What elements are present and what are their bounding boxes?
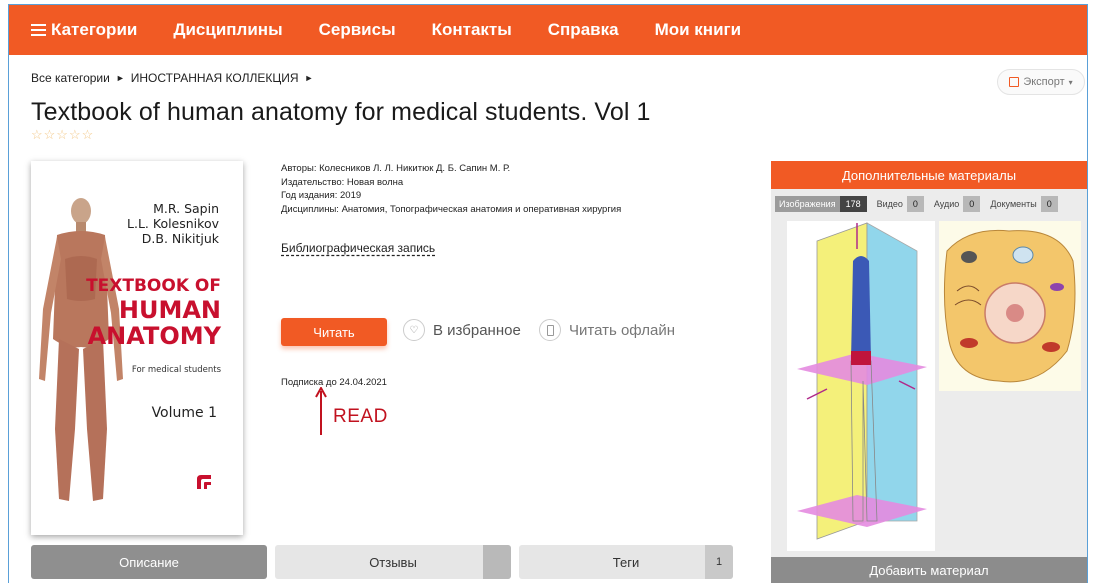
material-thumbnail-cell[interactable] bbox=[939, 221, 1081, 391]
cover-author: M.R. Sapin bbox=[153, 201, 219, 216]
subscription-info: Подписка до 24.04.2021 bbox=[281, 377, 387, 388]
cover-authors: M.R. Sapin L.L. Kolesnikov D.B. Nikitjuk bbox=[127, 201, 219, 246]
breadcrumb-foreign-collection[interactable]: ИНОСТРАННАЯ КОЛЛЕКЦИЯ bbox=[131, 71, 299, 85]
tab-tags-count: 1 bbox=[705, 545, 733, 579]
export-icon bbox=[1009, 77, 1020, 87]
breadcrumb-all-categories[interactable]: Все категории bbox=[31, 71, 110, 85]
materials-tab-count: 178 bbox=[839, 196, 867, 212]
phone-icon bbox=[539, 319, 561, 341]
nav-help[interactable]: Справка bbox=[548, 20, 619, 40]
materials-tab-label: Аудио bbox=[933, 199, 960, 209]
export-button[interactable]: Экспорт ▾ bbox=[997, 69, 1085, 95]
book-cover[interactable]: M.R. Sapin L.L. Kolesnikov D.B. Nikitjuk… bbox=[31, 161, 243, 535]
additional-materials-header: Дополнительные материалы bbox=[771, 161, 1087, 189]
read-offline-button[interactable]: Читать офлайн bbox=[539, 319, 675, 341]
cover-title-line: TEXTBOOK OF bbox=[86, 276, 221, 296]
materials-tab-video[interactable]: Видео 0 bbox=[873, 196, 924, 212]
rating-stars[interactable]: ☆☆☆☆☆ bbox=[31, 127, 94, 143]
page-title: Textbook of human anatomy for medical st… bbox=[31, 98, 651, 126]
offline-label: Читать офлайн bbox=[569, 321, 676, 339]
cover-author: D.B. Nikitjuk bbox=[141, 231, 219, 246]
book-disciplines: Дисциплины: Анатомия, Топографическая ан… bbox=[281, 203, 622, 215]
chevron-down-icon: ▾ bbox=[1068, 77, 1073, 87]
book-authors: Авторы: Колесников Л. Л. Никитюк Д. Б. С… bbox=[281, 163, 511, 174]
tab-tags-label: Теги bbox=[612, 554, 640, 570]
tab-tags[interactable]: Теги 1 bbox=[519, 545, 733, 579]
page-frame: Категории Дисциплины Сервисы Контакты Сп… bbox=[8, 4, 1088, 583]
book-publisher: Издательство: Новая волна bbox=[281, 176, 404, 188]
cover-author: L.L. Kolesnikov bbox=[127, 216, 219, 231]
materials-tab-images[interactable]: Изображения 178 bbox=[775, 196, 867, 212]
materials-tab-audio[interactable]: Аудио 0 bbox=[930, 196, 981, 212]
materials-tab-count: 0 bbox=[906, 196, 924, 212]
book-year: Год издания: 2019 bbox=[281, 190, 362, 201]
nav-categories-label: Категории bbox=[51, 20, 138, 39]
tab-reviews-label: Отзывы bbox=[369, 554, 417, 570]
nav-my-books[interactable]: Мои книги bbox=[655, 20, 741, 40]
add-material-button[interactable]: Добавить материал bbox=[771, 557, 1087, 583]
materials-tab-label: Изображения bbox=[775, 196, 840, 212]
nav-services[interactable]: Сервисы bbox=[319, 20, 396, 40]
read-annotation: READ bbox=[333, 406, 388, 427]
publisher-logo-icon bbox=[197, 475, 211, 489]
tab-reviews[interactable]: Отзывы bbox=[275, 545, 511, 579]
tab-description-label: Описание bbox=[119, 554, 179, 570]
favorite-label: В избранное bbox=[433, 321, 521, 339]
nav-categories[interactable]: Категории bbox=[31, 20, 137, 40]
cover-subtitle: For medical students bbox=[131, 365, 221, 375]
cover-title-line: HUMAN bbox=[118, 296, 221, 324]
arrow-up-annotation-icon bbox=[315, 387, 327, 435]
anatomy-figure-image bbox=[39, 198, 123, 501]
breadcrumb-separator: ► bbox=[115, 73, 125, 83]
add-to-favorites-button[interactable]: ♡ В избранное bbox=[403, 319, 521, 341]
cover-title-line: ANATOMY bbox=[87, 322, 221, 350]
tab-reviews-count bbox=[483, 545, 511, 579]
nav-disciplines[interactable]: Дисциплины bbox=[173, 20, 282, 40]
book-metadata: Авторы: Колесников Л. Л. Никитюк Д. Б. С… bbox=[281, 162, 621, 216]
breadcrumb: Все категории ► ИНОСТРАННАЯ КОЛЛЕКЦИЯ ► bbox=[31, 71, 319, 85]
materials-tab-count: 0 bbox=[1040, 196, 1058, 212]
breadcrumb-separator: ► bbox=[304, 73, 314, 83]
read-button[interactable]: Читать bbox=[281, 318, 387, 346]
additional-materials-panel: Дополнительные материалы Изображения 178… bbox=[771, 161, 1087, 583]
bibliographic-record-link[interactable]: Библиографическая запись bbox=[281, 241, 435, 255]
materials-tab-documents[interactable]: Документы 0 bbox=[986, 196, 1058, 212]
cell-diagram-image bbox=[943, 229, 1076, 383]
materials-tab-label: Документы bbox=[990, 199, 1037, 209]
export-label: Экспорт bbox=[1023, 76, 1065, 88]
material-thumbnail-body-planes[interactable] bbox=[787, 221, 935, 551]
nav-contacts[interactable]: Контакты bbox=[432, 20, 512, 40]
body-planes-image bbox=[797, 222, 927, 540]
materials-tab-label: Видео bbox=[876, 199, 903, 209]
cover-volume: Volume 1 bbox=[151, 405, 217, 421]
materials-tabs: Изображения 178 Видео 0 Аудио 0 Документ… bbox=[771, 193, 1087, 215]
menu-icon bbox=[31, 24, 46, 36]
tab-description[interactable]: Описание bbox=[31, 545, 267, 579]
cover-title: TEXTBOOK OF HUMAN ANATOMY bbox=[86, 275, 221, 349]
materials-tab-count: 0 bbox=[963, 196, 981, 212]
top-navigation: Категории Дисциплины Сервисы Контакты Сп… bbox=[9, 5, 1087, 55]
heart-icon: ♡ bbox=[403, 319, 425, 341]
